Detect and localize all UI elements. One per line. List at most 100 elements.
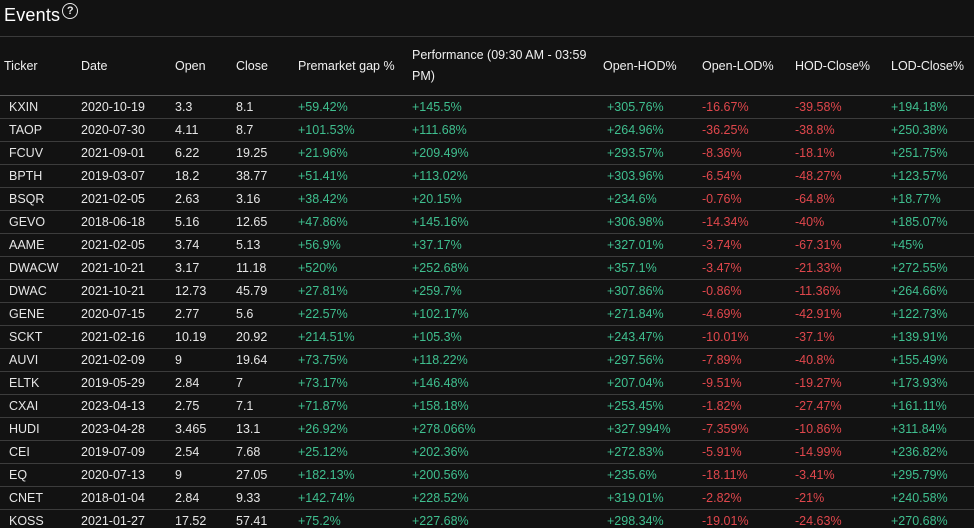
cell-lod-close: +18.77% <box>887 187 974 211</box>
cell-date: 2021-02-09 <box>77 348 171 372</box>
cell-close: 19.64 <box>232 348 294 372</box>
cell-close: 20.92 <box>232 325 294 349</box>
cell-premarket-gap: +71.87% <box>294 394 408 418</box>
table-row[interactable]: EQ 2020-07-13 9 27.05 +182.13% +200.56% +235.6… <box>0 463 974 487</box>
column-header-open-hod[interactable]: Open-HOD% <box>597 37 698 96</box>
cell-open-lod: -3.74% <box>698 233 791 257</box>
cell-hod-close: -14.99% <box>791 440 887 464</box>
table-row[interactable]: CNET 2018-01-04 2.84 9.33 +142.74% +228.52% +3… <box>0 486 974 510</box>
cell-date: 2019-07-09 <box>77 440 171 464</box>
table-row[interactable]: ELTK 2019-05-29 2.84 7 +73.17% +146.48% +207.0… <box>0 371 974 395</box>
table-row[interactable]: AAME 2021-02-05 3.74 5.13 +56.9% +37.17% +327.… <box>0 233 974 257</box>
cell-lod-close: +270.68% <box>887 509 974 528</box>
cell-open-lod: -6.54% <box>698 164 791 188</box>
cell-lod-close: +122.73% <box>887 302 974 326</box>
table-row[interactable]: DWAC 2021-10-21 12.73 45.79 +27.81% +259.7% +3… <box>0 279 974 303</box>
cell-ticker: EQ <box>0 463 77 487</box>
cell-open: 9 <box>171 463 232 487</box>
cell-performance: +20.15% <box>408 187 597 211</box>
column-header-lod-close[interactable]: LOD-Close% <box>887 37 974 96</box>
cell-hod-close: -11.36% <box>791 279 887 303</box>
cell-open-hod: +235.6% <box>597 463 698 487</box>
cell-ticker: TAOP <box>0 118 77 142</box>
cell-ticker: KOSS <box>0 509 77 528</box>
cell-lod-close: +264.66% <box>887 279 974 303</box>
cell-date: 2018-06-18 <box>77 210 171 234</box>
table-row[interactable]: GENE 2020-07-15 2.77 5.6 +22.57% +102.17% +271… <box>0 302 974 326</box>
table-row[interactable]: DWACW 2021-10-21 3.17 11.18 +520% +252.68% +35… <box>0 256 974 280</box>
cell-date: 2021-02-05 <box>77 233 171 257</box>
cell-open-lod: -5.91% <box>698 440 791 464</box>
cell-open-lod: -9.51% <box>698 371 791 395</box>
column-header-open[interactable]: Open <box>171 37 232 96</box>
table-row[interactable]: AUVI 2021-02-09 9 19.64 +73.75% +118.22% +297.… <box>0 348 974 372</box>
column-header-performance[interactable]: Performance (09:30 AM - 03:59 PM) <box>408 37 597 96</box>
cell-premarket-gap: +214.51% <box>294 325 408 349</box>
column-header-open-lod[interactable]: Open-LOD% <box>698 37 791 96</box>
cell-ticker: GENE <box>0 302 77 326</box>
cell-performance: +202.36% <box>408 440 597 464</box>
table-row[interactable]: FCUV 2021-09-01 6.22 19.25 +21.96% +209.49% +2… <box>0 141 974 165</box>
cell-date: 2021-01-27 <box>77 509 171 528</box>
cell-hod-close: -38.8% <box>791 118 887 142</box>
cell-date: 2019-05-29 <box>77 371 171 395</box>
cell-premarket-gap: +56.9% <box>294 233 408 257</box>
events-table: Ticker Date Open Close Premarket gap % P… <box>0 37 974 528</box>
cell-lod-close: +311.84% <box>887 417 974 441</box>
cell-close: 13.1 <box>232 417 294 441</box>
cell-hod-close: -42.91% <box>791 302 887 326</box>
cell-open-hod: +234.6% <box>597 187 698 211</box>
cell-open: 18.2 <box>171 164 232 188</box>
table-row[interactable]: HUDI 2023-04-28 3.465 13.1 +26.92% +278.066% +… <box>0 417 974 441</box>
cell-open: 6.22 <box>171 141 232 165</box>
page-title: Events <box>4 4 61 25</box>
cell-date: 2020-10-19 <box>77 95 171 119</box>
cell-date: 2020-07-30 <box>77 118 171 142</box>
column-header-date[interactable]: Date <box>77 37 171 96</box>
cell-ticker: AAME <box>0 233 77 257</box>
cell-open: 3.17 <box>171 256 232 280</box>
table-row[interactable]: KOSS 2021-01-27 17.52 57.41 +75.2% +227.68% +2… <box>0 509 974 528</box>
table-row[interactable]: BSQR 2021-02-05 2.63 3.16 +38.42% +20.15% +234… <box>0 187 974 211</box>
cell-close: 7.68 <box>232 440 294 464</box>
cell-ticker: ELTK <box>0 371 77 395</box>
column-header-premarket-gap[interactable]: Premarket gap % <box>294 37 408 96</box>
cell-open-lod: -18.11% <box>698 463 791 487</box>
column-header-ticker[interactable]: Ticker <box>0 37 77 96</box>
cell-hod-close: -27.47% <box>791 394 887 418</box>
cell-date: 2021-02-16 <box>77 325 171 349</box>
cell-lod-close: +240.58% <box>887 486 974 510</box>
cell-premarket-gap: +38.42% <box>294 187 408 211</box>
cell-open-lod: -3.47% <box>698 256 791 280</box>
cell-performance: +102.17% <box>408 302 597 326</box>
cell-open-hod: +207.04% <box>597 371 698 395</box>
table-row[interactable]: KXIN 2020-10-19 3.3 8.1 +59.42% +145.5% +305.7… <box>0 95 974 119</box>
cell-ticker: DWACW <box>0 256 77 280</box>
cell-lod-close: +250.38% <box>887 118 974 142</box>
cell-premarket-gap: +22.57% <box>294 302 408 326</box>
cell-date: 2023-04-13 <box>77 394 171 418</box>
cell-hod-close: -40.8% <box>791 348 887 372</box>
cell-performance: +228.52% <box>408 486 597 510</box>
table-row[interactable]: TAOP 2020-07-30 4.11 8.7 +101.53% +111.68% +26… <box>0 118 974 142</box>
cell-open-lod: -8.36% <box>698 141 791 165</box>
table-row[interactable]: GEVO 2018-06-18 5.16 12.65 +47.86% +145.16% +3… <box>0 210 974 234</box>
cell-close: 19.25 <box>232 141 294 165</box>
cell-lod-close: +155.49% <box>887 348 974 372</box>
cell-ticker: HUDI <box>0 417 77 441</box>
cell-close: 45.79 <box>232 279 294 303</box>
cell-open: 3.74 <box>171 233 232 257</box>
cell-open-hod: +327.994% <box>597 417 698 441</box>
table-row[interactable]: CXAI 2023-04-13 2.75 7.1 +71.87% +158.18% +253… <box>0 394 974 418</box>
table-header-row: Ticker Date Open Close Premarket gap % P… <box>0 37 974 96</box>
cell-performance: +278.066% <box>408 417 597 441</box>
question-circle-icon[interactable]: ? <box>62 3 79 19</box>
cell-ticker: DWAC <box>0 279 77 303</box>
table-row[interactable]: SCKT 2021-02-16 10.19 20.92 +214.51% +105.3% +… <box>0 325 974 349</box>
column-header-hod-close[interactable]: HOD-Close% <box>791 37 887 96</box>
table-row[interactable]: BPTH 2019-03-07 18.2 38.77 +51.41% +113.02% +3… <box>0 164 974 188</box>
column-header-close[interactable]: Close <box>232 37 294 96</box>
table-row[interactable]: CEI 2019-07-09 2.54 7.68 +25.12% +202.36% +272… <box>0 440 974 464</box>
cell-performance: +259.7% <box>408 279 597 303</box>
cell-premarket-gap: +26.92% <box>294 417 408 441</box>
